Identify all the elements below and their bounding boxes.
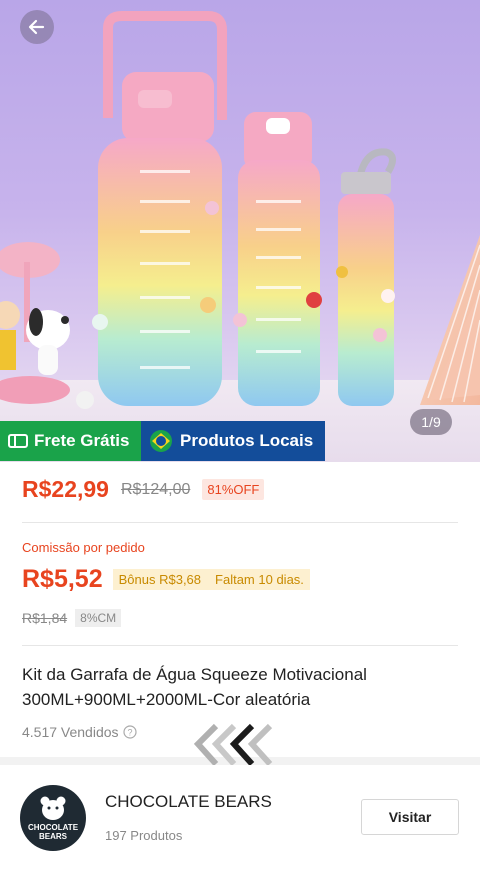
commission-row: R$5,52 Bônus R$3,68 Faltam 10 dias.	[22, 565, 310, 594]
shop-logo[interactable]: CHOCOLATE BEARS	[20, 785, 86, 851]
free-shipping-label: Frete Grátis	[34, 431, 130, 450]
product-image[interactable]: 1/9	[0, 0, 480, 462]
shop-product-count: 197 Produtos	[105, 828, 183, 843]
logo-text-top: CHOCOLATE	[27, 823, 79, 832]
discount-badge: 81%OFF	[202, 479, 265, 500]
arrow-left-icon	[28, 19, 45, 35]
bonus-amount: Bônus R$3,68	[118, 572, 202, 587]
help-icon[interactable]: ?	[122, 725, 137, 739]
bonus-badge: Bônus R$3,68 Faltam 10 dias.	[112, 569, 310, 590]
free-shipping-badge: Frete Grátis	[0, 421, 141, 461]
product-title: Kit da Garrafa de Água Squeeze Motivacio…	[22, 665, 367, 709]
sold-count: 4.517 Vendidos ?	[22, 724, 137, 740]
bonus-remaining: Faltam 10 dias.	[215, 572, 304, 587]
commission-rate-badge: 8%CM	[75, 609, 122, 627]
commission-value: R$5,52	[22, 565, 103, 593]
ticket-icon	[8, 434, 28, 448]
bear-icon	[40, 796, 66, 820]
price-row: R$22,99 R$124,00 81%OFF	[22, 476, 265, 503]
divider	[22, 522, 458, 523]
swipe-chevrons-icon	[194, 723, 273, 767]
sold-count-label: 4.517 Vendidos	[22, 724, 119, 740]
commission-label: Comissão por pedido	[22, 540, 145, 555]
current-price: R$22,99	[22, 476, 109, 502]
divider	[22, 645, 458, 646]
original-price: R$124,00	[120, 480, 191, 498]
back-button[interactable]	[20, 10, 54, 44]
brazil-flag-icon	[150, 430, 172, 452]
bottles-illustration	[0, 11, 480, 409]
visit-shop-button[interactable]: Visitar	[361, 799, 459, 835]
commission-old-row: R$1,84 8%CM	[22, 609, 122, 627]
logo-text-bottom: BEARS	[38, 832, 67, 841]
local-products-label: Produtos Locais	[180, 431, 314, 450]
commission-old-value: R$1,84	[22, 610, 68, 626]
svg-text:?: ?	[127, 728, 132, 738]
image-counter: 1/9	[410, 409, 452, 435]
shop-name[interactable]: CHOCOLATE BEARS	[105, 792, 272, 812]
product-badges: Frete Grátis Produtos Locais	[0, 421, 325, 461]
local-products-badge: Produtos Locais	[141, 421, 325, 461]
